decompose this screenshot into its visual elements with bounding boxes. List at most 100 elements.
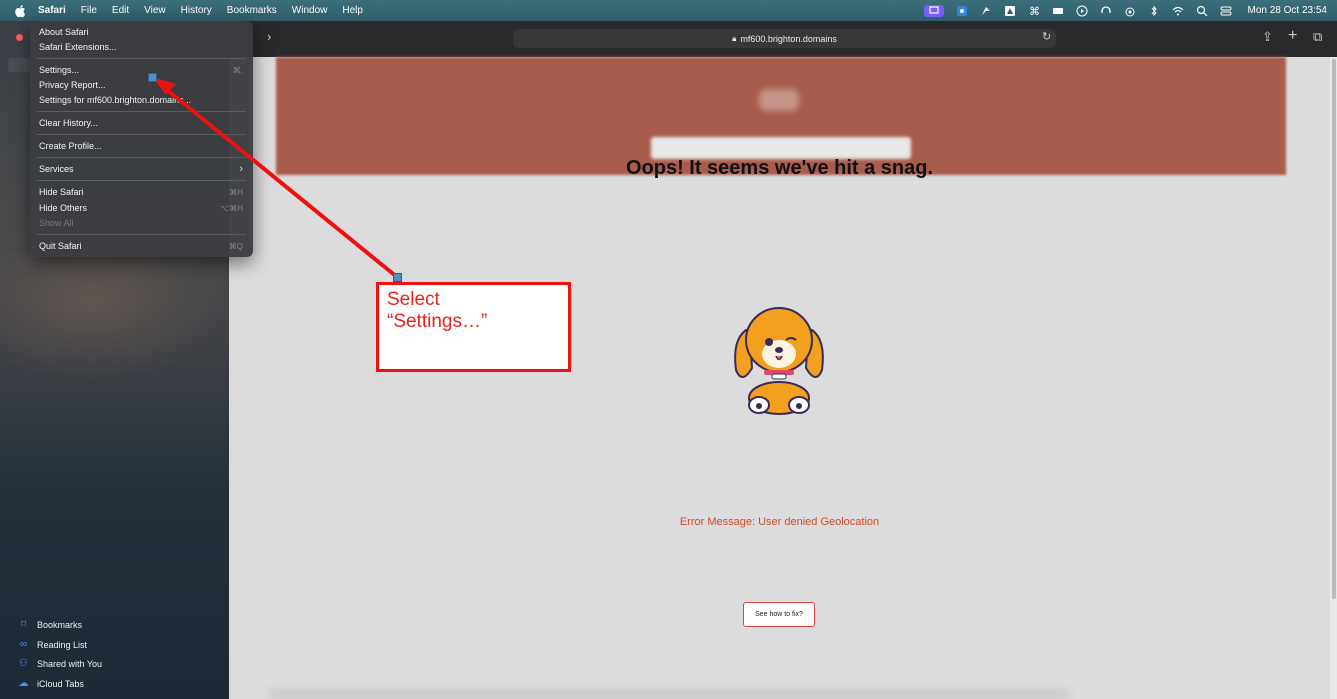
airdrop-icon[interactable] [1124,5,1136,17]
sidebar-background-blur [0,251,229,381]
menu-item-label: Services [39,164,74,174]
menu-item-label: Settings... [39,65,80,75]
sidebar-toggle-button[interactable] [8,58,30,72]
svg-text:⌘: ⌘ [1029,6,1040,17]
page-title: Oops! It seems we've hit a snag. [625,157,934,179]
menu-item-label: Hide Safari [39,187,84,197]
menu-item-safari-extensions[interactable]: Safari Extensions... [39,40,243,54]
sidebar-item-shared-with-you[interactable]: ⚇ Shared with You [18,658,102,669]
menu-item-label: Safari Extensions... [39,42,117,52]
wifi-icon[interactable] [1172,5,1184,17]
menu-separator [37,180,246,181]
site-logo [759,89,799,111]
menu-item-hide-safari[interactable]: Hide Safari ⌘H [39,185,243,199]
menu-help[interactable]: Help [342,5,363,16]
menu-item-site-settings[interactable]: Settings for mf600.brighton.domains... [39,93,243,107]
banner-search-box[interactable] [651,137,911,159]
menu-item-label: Create Profile... [39,141,102,151]
sidebar-item-icloud-tabs[interactable]: ☁ iCloud Tabs [18,678,84,689]
menu-item-shortcut: ⌘H [229,187,243,197]
sidebar-item-label: iCloud Tabs [37,678,84,689]
arrow-start-handle[interactable] [148,73,157,82]
close-window-button[interactable] [16,34,23,41]
menu-item-about-safari[interactable]: About Safari [39,25,243,39]
menu-item-privacy-report[interactable]: Privacy Report... [39,78,243,92]
menu-separator [37,111,246,112]
safari-menu: About Safari Safari Extensions... Settin… [30,21,253,257]
lock-icon: 🔒︎ [732,33,737,43]
share-icon[interactable]: ⇪ [1262,29,1273,45]
vertical-scrollbar[interactable] [1330,57,1337,699]
browser-toolbar: › ▤ 🔒︎ mf600.brighton.domains ↻ ⇪ + ⧉ [229,21,1337,57]
reload-icon[interactable]: ↻ [1042,30,1051,43]
see-how-to-fix-button[interactable]: See how to fix? [743,602,815,627]
keyboard-icon[interactable] [1052,5,1064,17]
menu-item-clear-history[interactable]: Clear History... [39,116,243,130]
outlook-icon[interactable] [956,5,968,17]
menu-item-shortcut: ⌘, [232,65,243,75]
glasses-icon: ∞ [19,639,28,650]
scrollbar-thumb[interactable] [1332,59,1336,599]
menu-item-create-profile[interactable]: Create Profile... [39,139,243,153]
menu-item-label: Show All [39,218,74,228]
play-icon[interactable] [1076,5,1088,17]
new-tab-icon[interactable]: + [1288,27,1297,45]
headphones-icon[interactable] [1100,5,1112,17]
menu-item-quit-safari[interactable]: Quit Safari ⌘Q [39,239,243,253]
control-center-icon[interactable] [1220,5,1232,17]
menu-clock[interactable]: Mon 28 Oct 23:54 [1248,5,1328,16]
command-icon[interactable]: ⌘ [1028,5,1040,17]
sidebar-item-reading-list[interactable]: ∞ Reading List [18,639,87,650]
menu-separator [37,234,246,235]
menu-item-label: Settings for mf600.brighton.domains... [39,95,192,105]
menu-item-services[interactable]: Services › [39,162,243,176]
menu-separator [37,157,246,158]
menu-edit[interactable]: Edit [112,5,129,16]
menu-item-label: Privacy Report... [39,80,106,90]
sidebar-item-bookmarks[interactable]: ⌑ Bookmarks [18,619,82,630]
menu-window[interactable]: Window [292,5,328,16]
menu-item-shortcut: ⌥⌘H [220,203,243,213]
menu-file[interactable]: File [81,5,97,16]
arrow-end-handle[interactable] [393,273,402,282]
cloud-icon: ☁ [18,678,29,689]
status-icons: ⌘ Mon 28 Oct 23:54 [923,0,1328,21]
sidebar-item-label: Shared with You [37,658,103,669]
forward-icon[interactable]: › [267,29,271,44]
menu-item-settings[interactable]: Settings... ⌘, [39,63,243,77]
menu-item-shortcut: ⌘Q [228,241,243,251]
menu-item-label: Quit Safari [39,241,82,251]
error-message: Error Message: User denied Geolocation [679,516,880,528]
menu-item-label: About Safari [39,27,89,37]
footer-shadow [269,689,1069,699]
menu-item-label: Hide Others [39,203,88,213]
url-text: mf600.brighton.domains [740,33,837,44]
menu-item-hide-others[interactable]: Hide Others ⌥⌘H [39,201,243,215]
chevron-right-icon: › [239,163,243,175]
dog-illustration [734,307,824,415]
search-icon[interactable] [1196,5,1208,17]
bluetooth-icon[interactable] [1148,5,1160,17]
menu-item-show-all: Show All [39,216,243,230]
menu-safari[interactable]: Safari [38,5,66,16]
annotation-text: Select “Settings…” [387,289,488,332]
annotation-callout: Select “Settings…” [376,282,571,372]
arrow-app-icon[interactable] [980,5,992,17]
menu-item-label: Clear History... [39,118,98,128]
web-content: Oops! It seems we've hit a snag. Error M… [229,57,1330,699]
menu-separator [37,134,246,135]
address-bar[interactable]: 🔒︎ mf600.brighton.domains [513,29,1056,48]
menu-separator [37,58,246,59]
people-icon: ⚇ [19,658,28,669]
screen-share-icon[interactable] [923,4,944,17]
menu-history[interactable]: History [181,5,212,16]
sidebar-item-label: Reading List [37,639,88,650]
tab-overview-icon[interactable]: ⧉ [1313,29,1322,45]
sidebar-item-label: Bookmarks [37,619,83,630]
menu-bookmarks[interactable]: Bookmarks [227,5,277,16]
bookmark-icon: ⌑ [20,619,27,630]
menu-view[interactable]: View [144,5,166,16]
drive-icon[interactable] [1004,5,1016,17]
menu-bar: Safari File Edit View History Bookmarks … [0,0,1337,21]
apple-icon[interactable] [14,4,28,18]
